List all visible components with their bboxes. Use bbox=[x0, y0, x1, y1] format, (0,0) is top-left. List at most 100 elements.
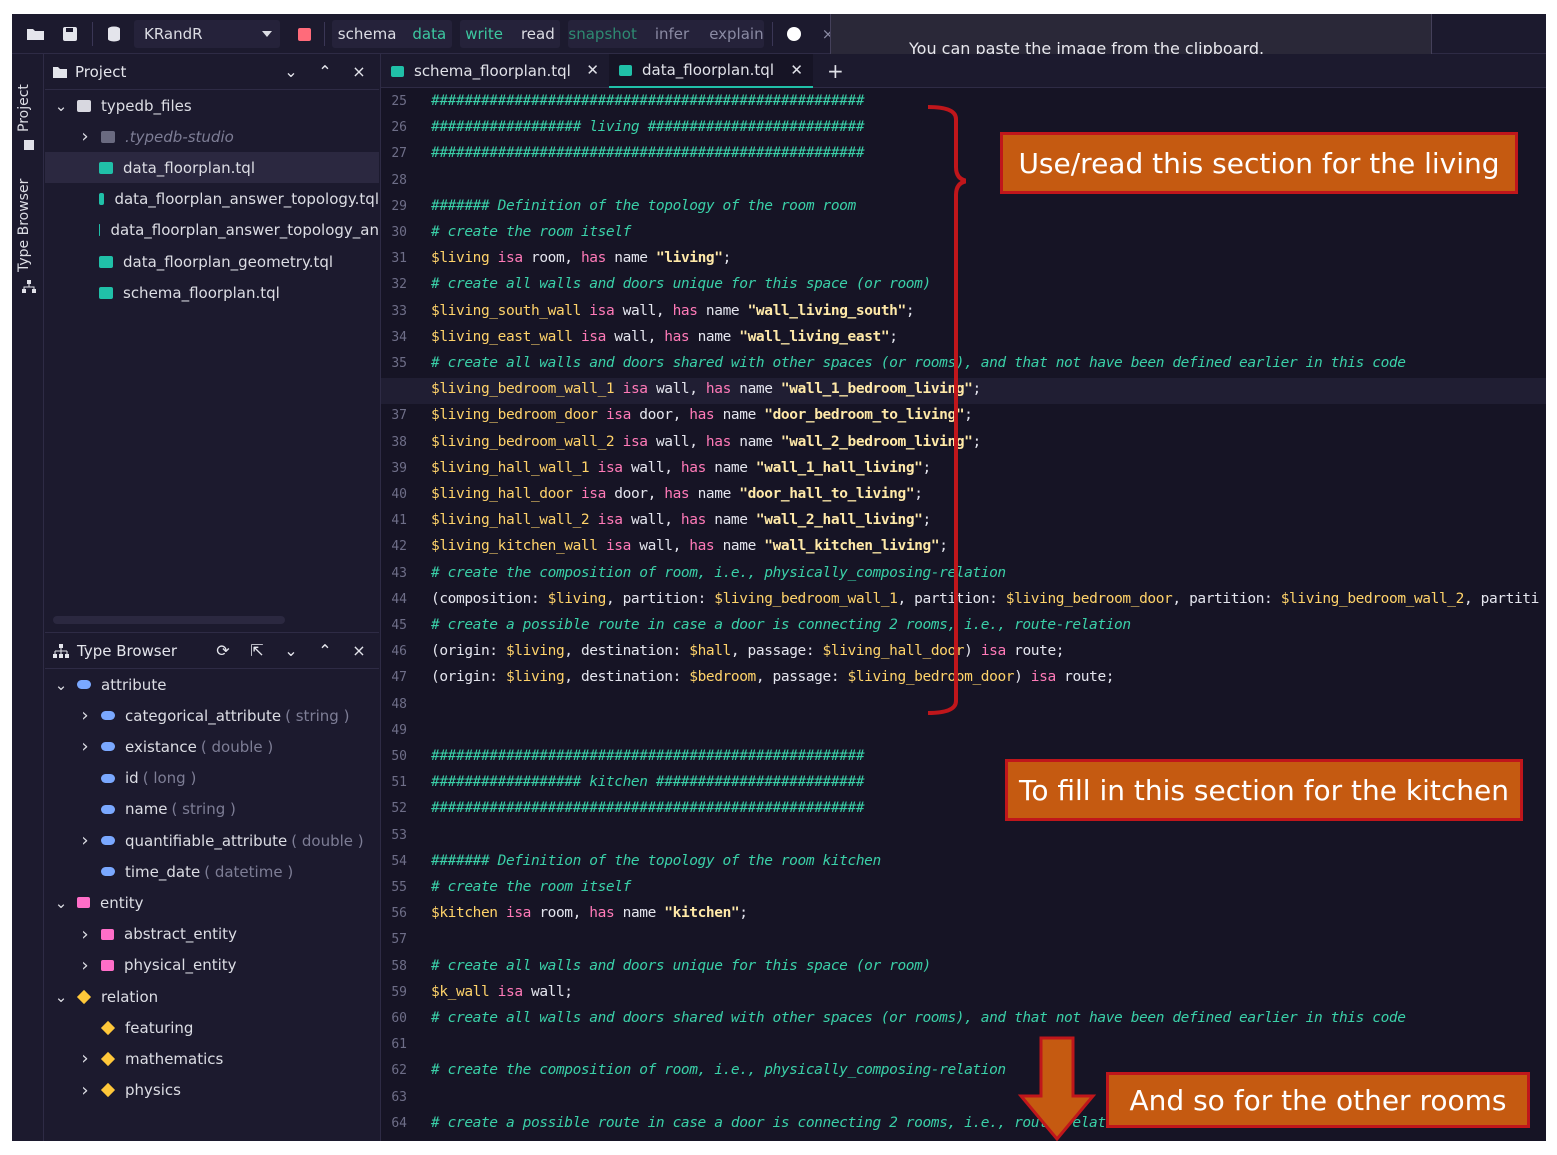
type-tree-item[interactable]: › categorical_attribute( string ) bbox=[45, 700, 379, 731]
chevron-down-icon[interactable]: ⌄ bbox=[53, 988, 69, 1006]
type-tree-item[interactable]: › mathematics bbox=[45, 1043, 379, 1074]
close-panel-button[interactable]: × bbox=[349, 62, 369, 81]
project-tree-item-label: data_floorplan_answer_topology_an bbox=[110, 221, 379, 240]
export-button[interactable]: ⇱ bbox=[247, 641, 267, 660]
save-button[interactable] bbox=[56, 20, 84, 48]
callout-others: And so for the other rooms bbox=[1106, 1072, 1530, 1128]
close-icon[interactable]: ✕ bbox=[790, 61, 803, 79]
code-line: ####### Definition of the topology of th… bbox=[431, 853, 881, 869]
stop-icon bbox=[297, 27, 311, 41]
tab-schema-floorplan[interactable]: schema_floorplan.tql ✕ bbox=[381, 54, 609, 88]
line-number: 40 bbox=[391, 487, 407, 502]
code-line: # create the room itself bbox=[431, 879, 631, 895]
code-line: (composition: $living, partition: $livin… bbox=[431, 591, 1539, 607]
code-text: $living_kitchen_wall isa wall, has name … bbox=[431, 538, 948, 555]
attribute-type-icon bbox=[101, 711, 115, 721]
project-panel-header: Project ⌄ ⌃ × bbox=[45, 54, 379, 90]
line-number: 57 bbox=[391, 932, 407, 948]
collapse-all-button[interactable]: ⌃ bbox=[315, 641, 335, 660]
type-tree-item[interactable]: ⌄ attribute bbox=[45, 669, 379, 700]
type-tree-item[interactable]: › physics bbox=[45, 1075, 379, 1106]
new-tab-button[interactable]: + bbox=[817, 54, 847, 88]
type-tree-item-valuetype: ( double ) bbox=[200, 737, 274, 756]
snapshot-toggle[interactable]: snapshot bbox=[568, 25, 636, 43]
chevron-down-icon[interactable]: ⌄ bbox=[53, 676, 69, 694]
code-text: $living_south_wall isa wall, has name "w… bbox=[431, 302, 915, 319]
code-line: # create all walls and doors unique for … bbox=[431, 276, 931, 292]
chevron-right-icon[interactable]: › bbox=[77, 830, 93, 851]
project-tree-item[interactable]: schema_floorplan.tql bbox=[45, 277, 379, 308]
type-tree-item[interactable]: id( long ) bbox=[45, 763, 379, 794]
chevron-down-icon[interactable]: ⌄ bbox=[53, 894, 69, 912]
chevron-down-icon[interactable]: ⌄ bbox=[53, 97, 69, 115]
type-tree-item[interactable]: › abstract_entity bbox=[45, 919, 379, 950]
explain-toggle[interactable]: explain bbox=[709, 25, 763, 43]
type-tree-item[interactable]: › quantifiable_attribute( double ) bbox=[45, 825, 379, 856]
transaction-status-button[interactable] bbox=[780, 20, 808, 48]
chevron-right-icon[interactable]: › bbox=[77, 705, 93, 726]
data-toggle[interactable]: data bbox=[412, 25, 446, 43]
sidebar-tab-project[interactable]: Project bbox=[12, 54, 44, 154]
sidebar-tab-type-browser[interactable]: Type Browser bbox=[12, 174, 44, 304]
tab-label: schema_floorplan.tql bbox=[414, 62, 571, 80]
project-tree-item[interactable]: data_floorplan.tql bbox=[45, 152, 379, 184]
close-panel-button[interactable]: × bbox=[349, 641, 369, 660]
type-tree-item[interactable]: ⌄ entity bbox=[45, 887, 379, 918]
database-button[interactable] bbox=[100, 20, 128, 48]
database-select[interactable]: KRandR bbox=[134, 20, 280, 48]
code-line: $kitchen isa room, has name "kitchen"; bbox=[431, 905, 748, 921]
infer-toggle[interactable]: infer bbox=[655, 25, 689, 43]
horizontal-scrollbar[interactable] bbox=[53, 616, 285, 624]
code-comment: ####### Definition of the topology of th… bbox=[431, 852, 881, 869]
read-toggle[interactable]: read bbox=[521, 25, 555, 43]
type-tree-item[interactable]: › existance( double ) bbox=[45, 731, 379, 762]
type-tree-item[interactable]: name( string ) bbox=[45, 794, 379, 825]
folder-icon bbox=[101, 130, 115, 143]
chevron-right-icon[interactable]: › bbox=[77, 736, 93, 757]
chevron-right-icon[interactable]: › bbox=[77, 1080, 93, 1101]
tql-file-icon bbox=[619, 64, 632, 76]
type-tree-item[interactable]: time_date( datetime ) bbox=[45, 856, 379, 887]
code-line: $living_bedroom_wall_2 isa wall, has nam… bbox=[431, 434, 981, 450]
code-text: $living_bedroom_wall_1 isa wall, has nam… bbox=[431, 381, 981, 398]
tab-data-floorplan[interactable]: data_floorplan.tql ✕ bbox=[609, 54, 813, 88]
schema-toggle[interactable]: schema bbox=[338, 25, 397, 43]
type-tree-item[interactable]: featuring bbox=[45, 1012, 379, 1043]
line-number: 25 bbox=[391, 94, 407, 109]
project-tree-item[interactable]: data_floorplan_geometry.tql bbox=[45, 246, 379, 277]
code-line: # create all walls and doors shared with… bbox=[431, 1010, 1406, 1026]
callout-living-text: Use/read this section for the living bbox=[1018, 146, 1500, 180]
code-line: # create all walls and doors shared with… bbox=[431, 355, 1406, 371]
project-tree-item[interactable]: data_floorplan_answer_topology.tql bbox=[45, 184, 379, 215]
expand-all-button[interactable]: ⌄ bbox=[281, 641, 301, 660]
write-toggle[interactable]: write bbox=[465, 25, 503, 43]
close-icon[interactable]: ✕ bbox=[586, 61, 599, 79]
chevron-right-icon[interactable]: › bbox=[77, 1048, 93, 1069]
project-tree-item[interactable]: › .typedb-studio bbox=[45, 121, 379, 152]
line-number: 35 bbox=[391, 356, 407, 371]
project-tree-item[interactable]: data_floorplan_answer_topology_an bbox=[45, 215, 379, 246]
collapse-all-button[interactable]: ⌃ bbox=[315, 62, 335, 81]
refresh-button[interactable]: ⟳ bbox=[213, 641, 233, 660]
code-line: $k_wall isa wall; bbox=[431, 984, 573, 1000]
code-comment: ####### Definition of the topology of th… bbox=[431, 197, 856, 214]
chevron-right-icon[interactable]: › bbox=[77, 924, 93, 945]
type-tree-item[interactable]: ⌄ relation bbox=[45, 981, 379, 1012]
type-tree-item[interactable]: › physical_entity bbox=[45, 950, 379, 981]
chevron-right-icon[interactable]: › bbox=[77, 955, 93, 976]
line-number: 52 bbox=[391, 801, 407, 817]
disconnect-button[interactable] bbox=[290, 20, 318, 48]
code-line: # create the composition of room, i.e., … bbox=[431, 1062, 1006, 1078]
type-tree-item-valuetype: ( datetime ) bbox=[204, 862, 294, 881]
type-tree-item-valuetype: ( double ) bbox=[291, 831, 364, 850]
sidebar-tab-type-browser-label: Type Browser bbox=[16, 178, 32, 272]
chevron-right-icon[interactable]: › bbox=[77, 126, 93, 147]
folder-open-icon bbox=[27, 29, 44, 40]
open-folder-button[interactable] bbox=[22, 20, 50, 48]
type-tree-item-label: physical_entity bbox=[124, 956, 237, 975]
expand-all-button[interactable]: ⌄ bbox=[281, 62, 301, 81]
session-type-toggle: schema data bbox=[332, 20, 452, 48]
project-tree-item[interactable]: ⌄ typedb_files bbox=[45, 90, 379, 121]
callout-living: Use/read this section for the living bbox=[1000, 132, 1518, 194]
line-number: 47 bbox=[391, 670, 407, 686]
